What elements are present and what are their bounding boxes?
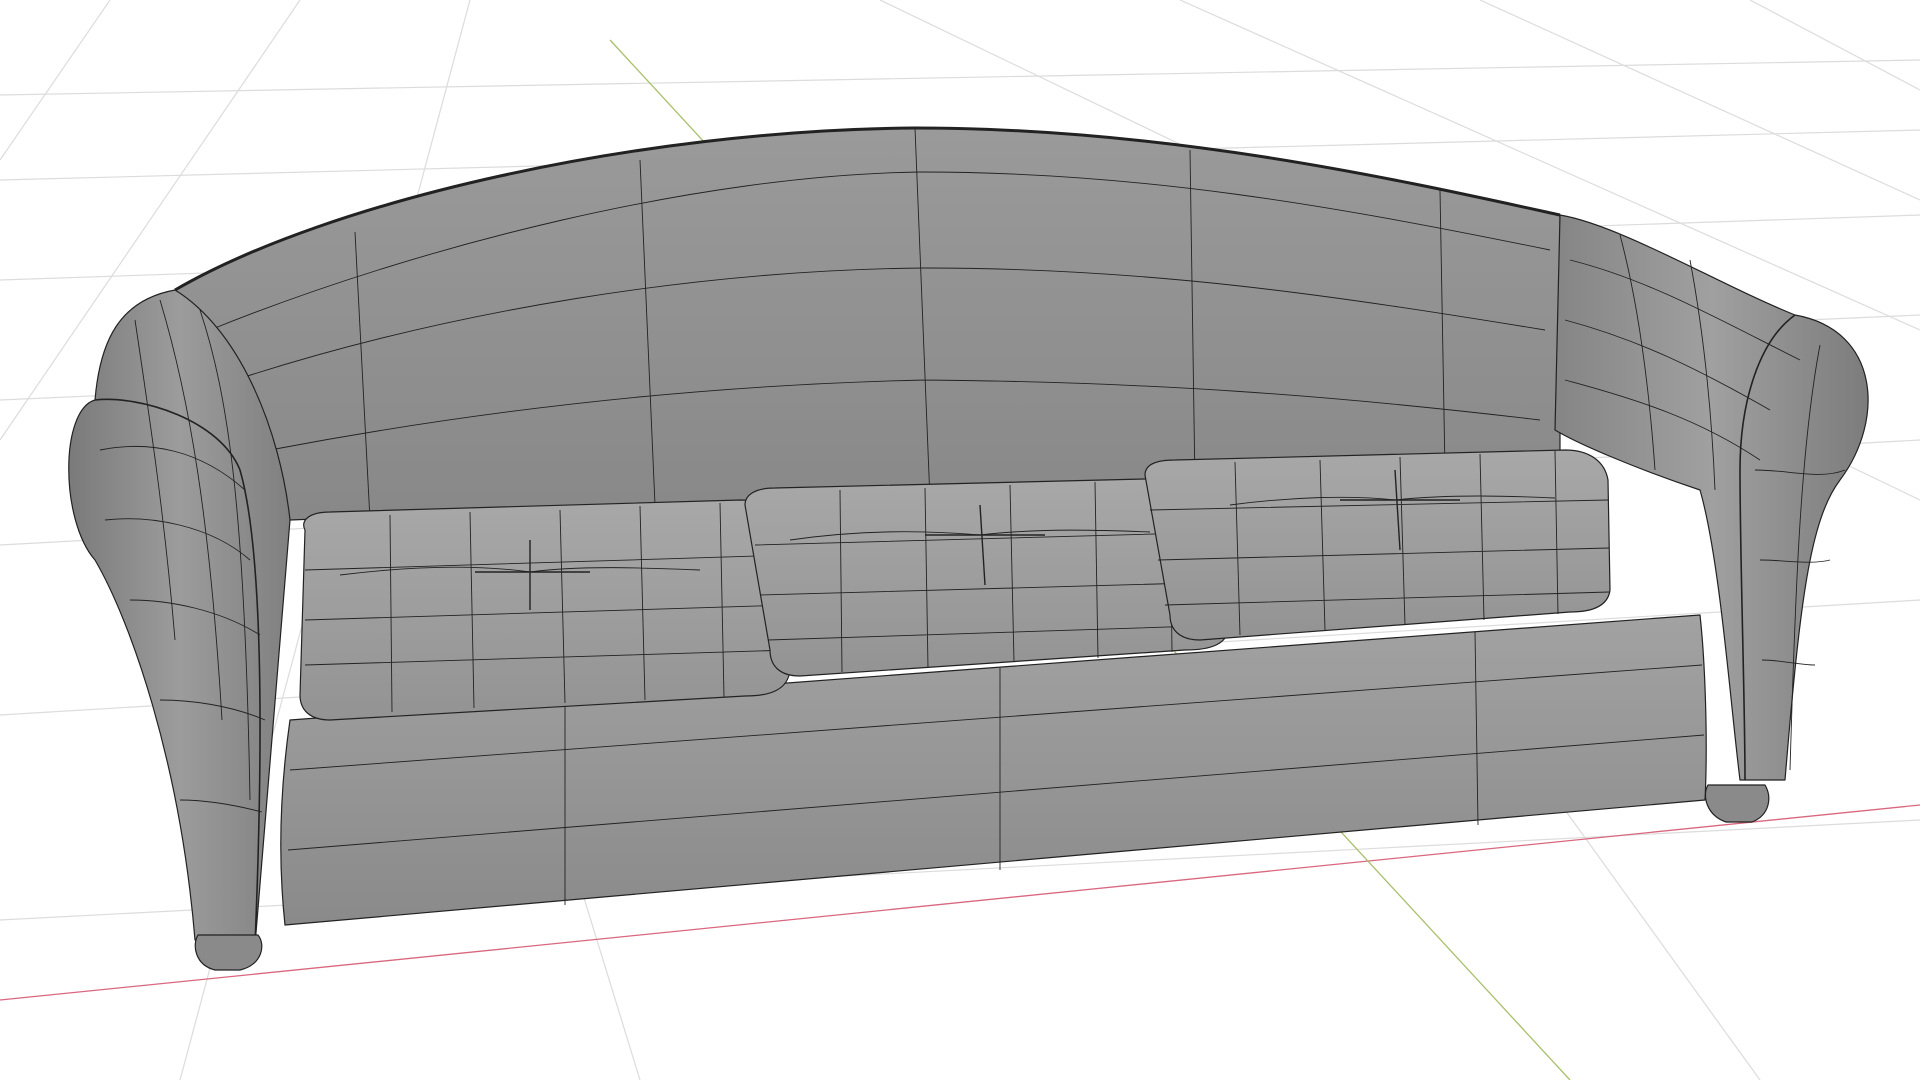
sofa-leg-left[interactable] xyxy=(194,934,263,971)
seat-cushion-right[interactable] xyxy=(1144,449,1611,641)
sofa-leg-right[interactable] xyxy=(1704,784,1770,823)
viewport-canvas[interactable] xyxy=(0,0,1920,1080)
3d-viewport[interactable] xyxy=(0,0,1920,1080)
sofa-model[interactable] xyxy=(68,126,1869,971)
seat-cushion-left[interactable] xyxy=(299,499,791,721)
